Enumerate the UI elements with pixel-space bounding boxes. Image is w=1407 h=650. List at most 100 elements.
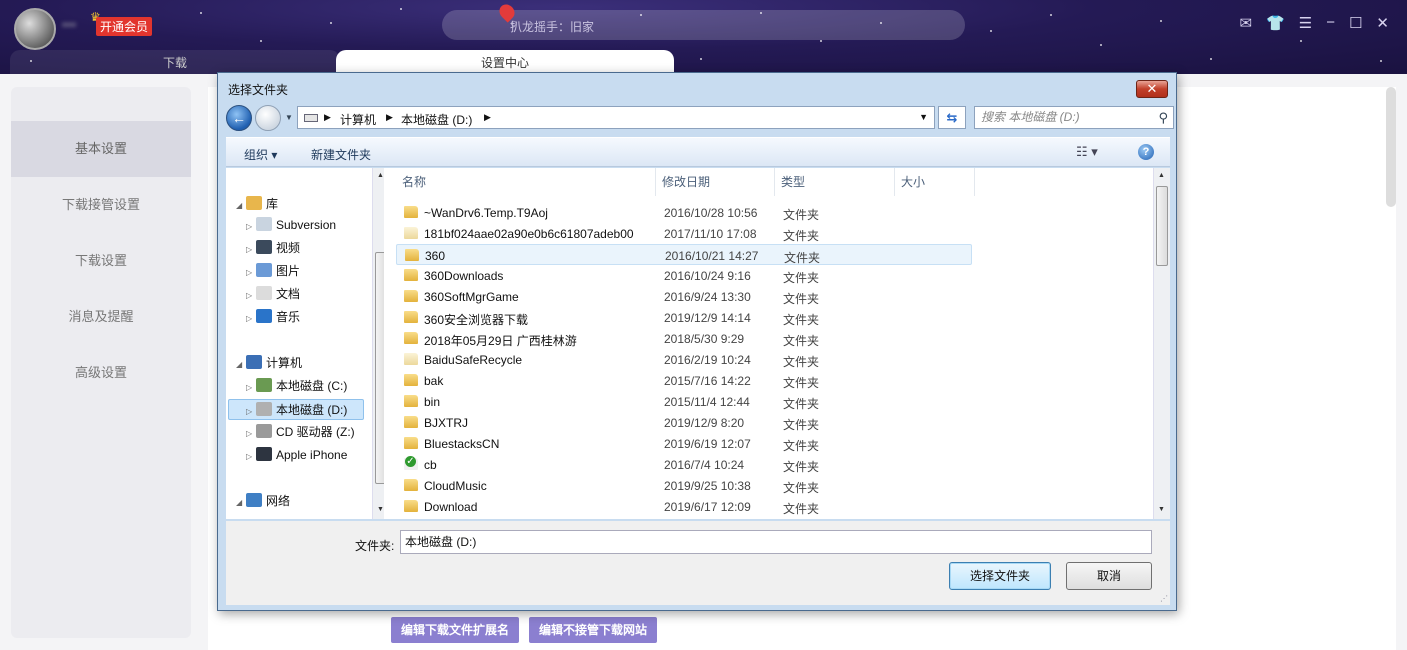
tree-item[interactable]: ▷ CD 驱动器 (Z:) <box>246 422 355 443</box>
maximize-icon[interactable]: ☐ <box>1349 14 1362 32</box>
breadcrumb-separator-icon[interactable]: ▶ <box>324 112 331 123</box>
file-row[interactable]: CloudMusic 2019/9/25 10:38 文件夹 <box>396 475 972 496</box>
expand-icon[interactable]: ▷ <box>246 423 256 444</box>
vip-badge[interactable]: 开通会员 <box>96 17 153 36</box>
folder-icon <box>404 416 418 428</box>
sidebar-item-basic[interactable]: 基本设置 <box>11 121 191 177</box>
expand-icon[interactable]: ▷ <box>246 239 256 260</box>
file-row[interactable]: bin 2015/11/4 12:44 文件夹 <box>396 391 972 412</box>
tree-item[interactable]: ▷ Apple iPhone <box>246 445 347 466</box>
history-dropdown-icon[interactable]: ▼ <box>285 113 293 122</box>
sidebar-item-takeover[interactable]: 下载接管设置 <box>11 177 191 233</box>
search-icon[interactable]: ⚲ <box>1158 110 1168 126</box>
sidebar-item-notifications[interactable]: 消息及提醒 <box>11 289 191 345</box>
address-dropdown-icon[interactable]: ▼ <box>919 112 928 122</box>
edit-excluded-sites-button[interactable]: 编辑不接管下载网站 <box>529 617 657 643</box>
file-name: 360 <box>425 249 446 263</box>
mail-icon[interactable]: ✉ <box>1239 14 1252 32</box>
edit-extensions-button[interactable]: 编辑下载文件扩展名 <box>391 617 519 643</box>
expand-icon[interactable]: ▷ <box>246 308 256 329</box>
tree-item[interactable]: ▷ 本地磁盘 (C:) <box>246 376 347 397</box>
folder-icon <box>404 332 418 344</box>
tree-item[interactable]: ◢ 网络 <box>236 491 290 512</box>
expand-icon[interactable]: ◢ <box>236 195 246 216</box>
view-options-icon[interactable]: ☷ ▾ <box>1076 144 1098 160</box>
file-row[interactable]: ~WanDrv6.Temp.T9Aoj 2016/10/28 10:56 文件夹 <box>396 202 972 223</box>
select-folder-button[interactable]: 选择文件夹 <box>949 562 1051 590</box>
folder-search-box[interactable]: ⚲ <box>974 106 1174 129</box>
tree-item[interactable]: ▷ 图片 <box>246 261 300 282</box>
breadcrumb-drive-d[interactable]: 本地磁盘 (D:) <box>401 111 472 128</box>
scroll-down-icon[interactable]: ▼ <box>377 506 384 513</box>
expand-icon[interactable]: ▷ <box>246 377 256 398</box>
file-scroll-thumb[interactable] <box>1156 186 1168 266</box>
tab-settings[interactable]: 设置中心 <box>336 50 674 74</box>
expand-icon[interactable]: ▷ <box>246 401 256 422</box>
scroll-down-icon[interactable]: ▼ <box>1158 506 1165 513</box>
expand-icon[interactable]: ◢ <box>236 492 246 513</box>
dialog-close-button[interactable]: ✕ <box>1136 80 1168 98</box>
scroll-up-icon[interactable]: ▲ <box>377 172 384 179</box>
file-row[interactable]: BJXTRJ 2019/12/9 8:20 文件夹 <box>396 412 972 433</box>
column-name[interactable]: 名称 <box>396 168 656 196</box>
back-button[interactable]: ← <box>226 105 252 131</box>
search-bar[interactable]: 扒龙摇手：旧家 ○ <box>442 1 965 40</box>
star <box>1050 14 1052 16</box>
cancel-button[interactable]: 取消 <box>1066 562 1152 590</box>
minimize-icon[interactable]: − <box>1326 14 1335 32</box>
file-row[interactable]: Download 2019/6/17 12:09 文件夹 <box>396 496 972 517</box>
expand-icon[interactable]: ◢ <box>236 354 246 375</box>
organize-menu[interactable]: 组织 ▾ <box>244 146 277 163</box>
resize-grip-icon[interactable]: ⋰ <box>1160 594 1168 603</box>
tree-item[interactable]: ▷ 文档 <box>246 284 300 305</box>
folder-field[interactable]: 本地磁盘 (D:) <box>400 530 1152 554</box>
file-row[interactable]: BaiduSafeRecycle 2016/2/19 10:24 文件夹 <box>396 349 972 370</box>
file-row[interactable]: BluestacksCN 2019/6/19 12:07 文件夹 <box>396 433 972 454</box>
sidebar-item-advanced[interactable]: 高级设置 <box>11 345 191 401</box>
tree-item[interactable]: ▷ 本地磁盘 (D:) <box>228 399 364 420</box>
file-row[interactable]: cb 2016/7/4 10:24 文件夹 <box>396 454 972 475</box>
tree-item[interactable]: ▷ 视频 <box>246 238 300 259</box>
breadcrumb-computer[interactable]: 计算机 <box>340 111 376 128</box>
menu-icon[interactable]: ☰ <box>1299 14 1312 32</box>
star <box>990 30 992 32</box>
expand-icon[interactable]: ▷ <box>246 446 256 467</box>
file-row[interactable]: 360安全浏览器下载 2019/12/9 14:14 文件夹 <box>396 307 972 328</box>
file-list-scrollbar[interactable]: ▲ ▼ <box>1153 168 1170 519</box>
file-row[interactable]: 360 2016/10/21 14:27 文件夹 <box>396 244 972 265</box>
expand-icon[interactable]: ▷ <box>246 285 256 306</box>
tree-item[interactable]: ◢ 库 <box>236 194 278 215</box>
column-date[interactable]: 修改日期 <box>656 168 775 196</box>
file-row[interactable]: 2018年05月29日 广西桂林游 2018/5/30 9:29 文件夹 <box>396 328 972 349</box>
tree-item[interactable]: ▷ Subversion <box>246 215 336 236</box>
column-size[interactable]: 大小 <box>895 168 975 196</box>
expand-icon[interactable]: ▷ <box>246 216 256 237</box>
file-row[interactable]: 181bf024aae02a90e0b6c61807adeb00 2017/11/… <box>396 223 972 244</box>
file-row[interactable]: 360SoftMgrGame 2016/9/24 13:30 文件夹 <box>396 286 972 307</box>
folder-search-input[interactable] <box>981 110 1146 124</box>
breadcrumb-separator-icon[interactable]: ▶ <box>386 112 393 123</box>
column-type[interactable]: 类型 <box>775 168 895 196</box>
tree-item-label: 本地磁盘 (C:) <box>276 379 348 393</box>
help-icon[interactable]: ? <box>1138 144 1154 160</box>
tree-item[interactable]: ◢ 计算机 <box>236 353 302 374</box>
address-bar[interactable]: ▶ 计算机 ▶ 本地磁盘 (D:) ▶ ▼ <box>297 106 935 129</box>
breadcrumb-separator-icon[interactable]: ▶ <box>484 112 491 123</box>
tab-download[interactable]: 下载 <box>10 50 340 74</box>
content-scrollbar[interactable] <box>1386 87 1396 207</box>
refresh-icon[interactable]: ⇆ <box>938 106 966 129</box>
skin-icon[interactable]: 👕 <box>1266 14 1285 32</box>
sidebar-item-download[interactable]: 下载设置 <box>11 233 191 289</box>
file-row[interactable]: 360Downloads 2016/10/24 9:16 文件夹 <box>396 265 972 286</box>
search-icon[interactable]: ○ <box>510 16 955 30</box>
tree-item[interactable]: ▷ 音乐 <box>246 307 300 328</box>
forward-button[interactable] <box>255 105 281 131</box>
file-name: 2018年05月29日 广西桂林游 <box>424 334 577 348</box>
close-icon[interactable]: ✕ <box>1376 14 1389 32</box>
new-folder-button[interactable]: 新建文件夹 <box>311 146 371 163</box>
file-row[interactable]: bak 2015/7/16 14:22 文件夹 <box>396 370 972 391</box>
scroll-up-icon[interactable]: ▲ <box>1158 172 1165 179</box>
avatar[interactable] <box>14 8 56 50</box>
expand-icon[interactable]: ▷ <box>246 262 256 283</box>
file-name: 360安全浏览器下载 <box>424 313 529 327</box>
